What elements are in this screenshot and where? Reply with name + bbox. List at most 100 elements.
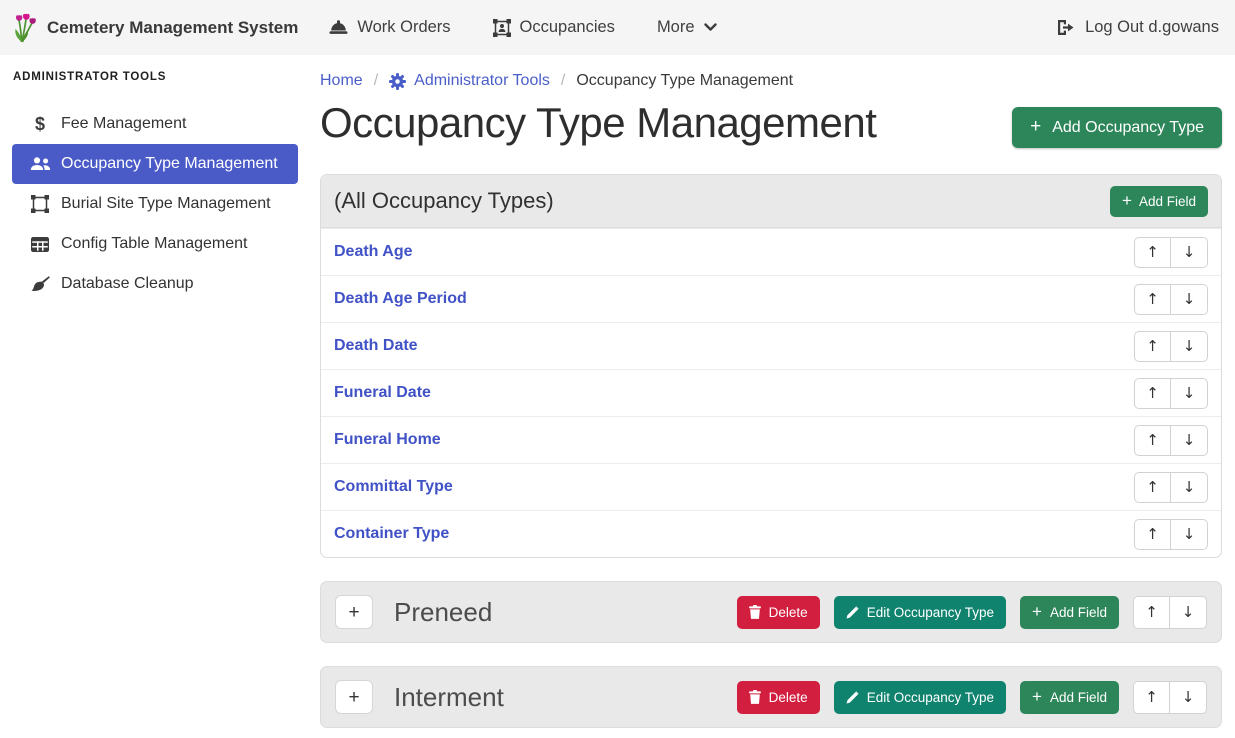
navbar: Cemetery Management System Work Orders bbox=[0, 0, 1235, 55]
nav-item-occupancies[interactable]: Occupancies bbox=[472, 0, 636, 55]
plus-icon: + bbox=[1032, 688, 1042, 705]
page-title: Occupancy Type Management bbox=[320, 99, 876, 147]
table-icon bbox=[28, 237, 52, 252]
panel-header: (All Occupancy Types) + Add Field bbox=[321, 175, 1221, 228]
field-row: Death Age ↑ ↓ bbox=[321, 228, 1221, 275]
nav-item-work-orders[interactable]: Work Orders bbox=[308, 0, 471, 55]
add-field-button[interactable]: + Add Field bbox=[1020, 681, 1119, 714]
move-up-button[interactable]: ↑ bbox=[1134, 378, 1171, 409]
page-header: Occupancy Type Management + Add Occupanc… bbox=[320, 99, 1222, 148]
delete-button[interactable]: Delete bbox=[737, 596, 820, 629]
add-field-button[interactable]: + Add Field bbox=[1020, 596, 1119, 629]
move-up-button[interactable]: ↑ bbox=[1133, 681, 1170, 714]
move-up-button[interactable]: ↑ bbox=[1134, 425, 1171, 456]
trash-icon bbox=[749, 605, 761, 619]
move-down-button[interactable]: ↓ bbox=[1170, 596, 1207, 629]
panel-title: (All Occupancy Types) bbox=[334, 188, 554, 214]
field-row: Death Age Period ↑ ↓ bbox=[321, 275, 1221, 322]
pencil-icon bbox=[846, 691, 859, 704]
field-link-committal-type[interactable]: Committal Type bbox=[334, 478, 453, 496]
sidebar: Administrator Tools $ Fee Management Occ… bbox=[0, 55, 310, 738]
move-up-button[interactable]: ↑ bbox=[1134, 331, 1171, 362]
tulip-logo-icon bbox=[12, 13, 38, 43]
users-icon bbox=[28, 157, 52, 171]
gear-icon bbox=[389, 73, 406, 90]
move-up-button[interactable]: ↑ bbox=[1134, 237, 1171, 268]
move-down-button[interactable]: ↓ bbox=[1171, 331, 1208, 362]
move-down-button[interactable]: ↓ bbox=[1170, 681, 1207, 714]
pencil-icon bbox=[846, 606, 859, 619]
occupancy-type-card-interment: + Interment Delete bbox=[320, 666, 1222, 728]
button-label: Add Field bbox=[1050, 605, 1107, 620]
move-down-button[interactable]: ↓ bbox=[1171, 472, 1208, 503]
nav-item-label: Occupancies bbox=[520, 18, 615, 37]
nav-item-more[interactable]: More bbox=[636, 0, 738, 55]
main-content: Home / Administrat bbox=[310, 55, 1235, 738]
edit-occupancy-type-button[interactable]: Edit Occupancy Type bbox=[834, 681, 1006, 714]
button-label: Delete bbox=[769, 690, 808, 705]
field-row: Container Type ↑ ↓ bbox=[321, 510, 1221, 557]
reorder-group: ↑ ↓ bbox=[1134, 237, 1208, 268]
occupancy-type-name: Interment bbox=[394, 682, 504, 713]
button-label: Delete bbox=[769, 605, 808, 620]
all-occupancy-types-panel: (All Occupancy Types) + Add Field Death … bbox=[320, 174, 1222, 558]
field-row: Funeral Date ↑ ↓ bbox=[321, 369, 1221, 416]
add-occupancy-type-button[interactable]: + Add Occupancy Type bbox=[1012, 107, 1222, 148]
move-up-button[interactable]: ↑ bbox=[1133, 596, 1170, 629]
plus-icon: + bbox=[1032, 603, 1042, 620]
sidebar-item-burial-site-type-management[interactable]: Burial Site Type Management bbox=[12, 184, 298, 224]
logout-label: Log Out d.gowans bbox=[1085, 18, 1219, 37]
occupancy-type-name: Preneed bbox=[394, 597, 492, 628]
breadcrumb-home-link[interactable]: Home bbox=[320, 72, 363, 90]
move-down-button[interactable]: ↓ bbox=[1171, 284, 1208, 315]
sidebar-item-label: Occupancy Type Management bbox=[61, 155, 278, 173]
move-up-button[interactable]: ↑ bbox=[1134, 472, 1171, 503]
sidebar-item-label: Database Cleanup bbox=[61, 275, 194, 293]
sidebar-item-config-table-management[interactable]: Config Table Management bbox=[12, 224, 298, 264]
brand[interactable]: Cemetery Management System bbox=[12, 13, 298, 43]
nav-item-label: More bbox=[657, 18, 695, 37]
button-label: Edit Occupancy Type bbox=[867, 690, 994, 705]
field-link-container-type[interactable]: Container Type bbox=[334, 525, 449, 543]
field-link-funeral-date[interactable]: Funeral Date bbox=[334, 384, 431, 402]
plus-icon: + bbox=[1030, 117, 1041, 136]
occupancy-type-card-preneed: + Preneed Delete bbox=[320, 581, 1222, 643]
sidebar-item-label: Burial Site Type Management bbox=[61, 195, 271, 213]
button-label: Add Occupancy Type bbox=[1052, 119, 1204, 137]
breadcrumb-separator: / bbox=[561, 72, 565, 90]
reorder-group: ↑ ↓ bbox=[1134, 472, 1208, 503]
vector-square-icon bbox=[28, 195, 52, 213]
logout-button[interactable]: Log Out d.gowans bbox=[1056, 18, 1223, 37]
reorder-group: ↑ ↓ bbox=[1134, 331, 1208, 362]
hard-hat-icon bbox=[329, 20, 348, 35]
move-up-button[interactable]: ↑ bbox=[1134, 284, 1171, 315]
move-down-button[interactable]: ↓ bbox=[1171, 519, 1208, 550]
breadcrumb-admin-tools-link[interactable]: Administrator Tools bbox=[389, 72, 550, 90]
trash-icon bbox=[749, 690, 761, 704]
field-link-death-age-period[interactable]: Death Age Period bbox=[334, 290, 467, 308]
type-actions: Delete Edit Occupancy Type + Add Field bbox=[737, 681, 1207, 714]
move-down-button[interactable]: ↓ bbox=[1171, 237, 1208, 268]
logout-icon bbox=[1056, 19, 1075, 36]
field-link-death-age[interactable]: Death Age bbox=[334, 243, 413, 261]
expand-button[interactable]: + bbox=[335, 680, 373, 714]
reorder-group: ↑ ↓ bbox=[1134, 425, 1208, 456]
delete-button[interactable]: Delete bbox=[737, 681, 820, 714]
breadcrumb-current: Occupancy Type Management bbox=[576, 72, 793, 90]
field-link-death-date[interactable]: Death Date bbox=[334, 337, 418, 355]
field-row: Committal Type ↑ ↓ bbox=[321, 463, 1221, 510]
dollar-icon: $ bbox=[28, 114, 52, 135]
move-down-button[interactable]: ↓ bbox=[1171, 378, 1208, 409]
add-field-button[interactable]: + Add Field bbox=[1110, 186, 1208, 217]
move-up-button[interactable]: ↑ bbox=[1134, 519, 1171, 550]
sidebar-item-database-cleanup[interactable]: Database Cleanup bbox=[12, 264, 298, 304]
field-link-funeral-home[interactable]: Funeral Home bbox=[334, 431, 441, 449]
expand-button[interactable]: + bbox=[335, 595, 373, 629]
sidebar-item-occupancy-type-management[interactable]: Occupancy Type Management bbox=[12, 144, 298, 184]
reorder-group: ↑ ↓ bbox=[1133, 681, 1207, 714]
move-down-button[interactable]: ↓ bbox=[1171, 425, 1208, 456]
button-label: Edit Occupancy Type bbox=[867, 605, 994, 620]
edit-occupancy-type-button[interactable]: Edit Occupancy Type bbox=[834, 596, 1006, 629]
sidebar-item-fee-management[interactable]: $ Fee Management bbox=[12, 104, 298, 144]
sidebar-item-label: Config Table Management bbox=[61, 235, 248, 253]
